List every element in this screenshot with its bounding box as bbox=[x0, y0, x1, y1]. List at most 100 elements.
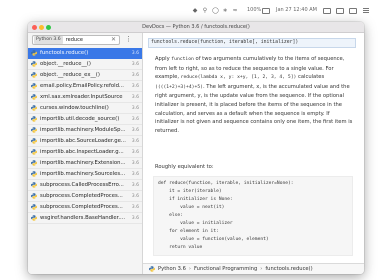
search-result-item[interactable]: importlib.machinery.ModuleSp... 3.6 bbox=[28, 125, 142, 136]
doc-content: functools.reduce(function, iterable[, in… bbox=[143, 33, 364, 263]
menu-clock[interactable]: Jan 27 12:40 AM bbox=[276, 7, 317, 13]
more-icon[interactable]: ⋮ bbox=[125, 35, 132, 44]
notification-center-icon[interactable] bbox=[363, 8, 369, 13]
result-version: 3.6 bbox=[131, 106, 139, 111]
result-version: 3.6 bbox=[131, 84, 139, 89]
code-line: else: bbox=[158, 213, 183, 218]
python-icon bbox=[31, 50, 37, 56]
search-result-item[interactable]: importlib.abc.InspectLoader.g... 3.6 bbox=[28, 147, 142, 158]
doc-scope-tag[interactable]: Python 3.6 bbox=[34, 36, 63, 44]
result-label: xml.sax.xmlreader.InputSource bbox=[40, 94, 123, 100]
devdocs-window: DevDocs — Python 3.6 / functools.reduce(… bbox=[28, 22, 364, 274]
code-line: def reduce(function, iterable, initializ… bbox=[158, 181, 294, 186]
search-result-item[interactable]: functools.reduce() 3.6 bbox=[28, 48, 142, 59]
breadcrumb-page[interactable]: functools.reduce() bbox=[265, 266, 312, 272]
battery-percent: 100% bbox=[247, 7, 262, 13]
python-icon bbox=[31, 127, 37, 133]
search-icon[interactable]: ⚲ bbox=[202, 8, 208, 14]
result-version: 3.6 bbox=[131, 194, 139, 199]
result-version: 3.6 bbox=[131, 128, 139, 133]
python-icon bbox=[31, 61, 37, 67]
search-input[interactable] bbox=[62, 36, 106, 44]
search-box[interactable]: Python 3.6 ✕ bbox=[32, 35, 120, 45]
code-line: for element in it: bbox=[158, 229, 219, 234]
code-line: return value bbox=[158, 245, 203, 250]
code-line: value = next(it) bbox=[158, 205, 225, 210]
search-results-list: functools.reduce() 3.6 object.__reduce__()… bbox=[28, 48, 142, 224]
result-version: 3.6 bbox=[131, 150, 139, 155]
result-version: 3.6 bbox=[131, 95, 139, 100]
menu-bar-status-icons: ◆ ⚲ ◯ ∗ ≈ bbox=[192, 8, 238, 14]
result-version: 3.6 bbox=[131, 172, 139, 177]
breadcrumb-docs[interactable]: Python 3.6 bbox=[158, 266, 186, 272]
window-title: DevDocs — Python 3.6 / functools.reduce(… bbox=[142, 24, 250, 30]
result-version: 3.6 bbox=[131, 205, 139, 210]
sidebar: Python 3.6 ✕ ⋮ functools.reduce()3.6obje… bbox=[28, 33, 143, 274]
search-result-item[interactable]: subprocess.CalledProcessErro... 3.6 bbox=[28, 180, 142, 191]
result-label: email.policy.EmailPolicy.refold... bbox=[40, 83, 124, 89]
result-label: subprocess.CompletedProces... bbox=[40, 193, 123, 199]
result-label: wsgiref.handlers.BaseHandler.... bbox=[40, 215, 126, 221]
search-result-item[interactable]: subprocess.CompletedProces... 3.6 bbox=[28, 191, 142, 202]
search-result-item[interactable]: importlib.abc.SourceLoader.ge... 3.6 bbox=[28, 136, 142, 147]
search-result-item[interactable]: importlib.machinery.Sourceles... 3.6 bbox=[28, 169, 142, 180]
result-label: importlib.abc.SourceLoader.ge... bbox=[40, 138, 126, 144]
display-icon[interactable] bbox=[336, 8, 344, 14]
result-version: 3.6 bbox=[131, 51, 139, 56]
search-result-item[interactable]: object.__reduce_ex__() 3.6 bbox=[28, 70, 142, 81]
breadcrumb-separator: › bbox=[260, 266, 263, 272]
dropbox-icon[interactable]: ◆ bbox=[192, 8, 198, 14]
menu-bar: ◆ ⚲ ◯ ∗ ≈ 100% Jan 27 12:40 AM bbox=[0, 0, 392, 20]
screen-icon[interactable] bbox=[323, 8, 331, 14]
search-result-item[interactable]: subprocess.CompletedProces... 3.6 bbox=[28, 202, 142, 213]
result-label: importlib.util.decode_source() bbox=[40, 116, 120, 122]
search-result-item[interactable]: email.policy.EmailPolicy.refold... 3.6 bbox=[28, 81, 142, 92]
python-icon bbox=[149, 266, 155, 272]
title-bar[interactable]: DevDocs — Python 3.6 / functools.reduce(… bbox=[28, 22, 364, 33]
description-text: Apply bbox=[155, 56, 172, 62]
python-icon bbox=[31, 138, 37, 144]
wifi-icon[interactable]: ≈ bbox=[232, 8, 238, 14]
roughly-equivalent-label: Roughly equivalent to: bbox=[155, 164, 214, 170]
result-version: 3.6 bbox=[131, 62, 139, 67]
python-icon bbox=[31, 72, 37, 78]
python-icon bbox=[31, 105, 37, 111]
result-label: importlib.abc.InspectLoader.g... bbox=[40, 149, 124, 155]
result-version: 3.6 bbox=[131, 117, 139, 122]
search-row: Python 3.6 ✕ ⋮ bbox=[32, 35, 138, 45]
result-label: curses.window.touchline() bbox=[40, 105, 109, 111]
python-icon bbox=[31, 94, 37, 100]
result-label: subprocess.CalledProcessErro... bbox=[40, 182, 124, 188]
search-result-item[interactable]: curses.window.touchline() 3.6 bbox=[28, 103, 142, 114]
python-icon bbox=[31, 83, 37, 89]
inline-code: ((((1+2)+3)+4)+5) bbox=[155, 84, 203, 90]
battery-icon[interactable] bbox=[262, 8, 270, 14]
python-icon bbox=[31, 204, 37, 210]
python-icon bbox=[31, 149, 37, 155]
window-icon[interactable] bbox=[349, 8, 357, 14]
search-result-item[interactable]: wsgiref.handlers.BaseHandler.... 3.6 bbox=[28, 213, 142, 224]
search-result-item[interactable]: object.__reduce__() 3.6 bbox=[28, 59, 142, 70]
python-icon bbox=[31, 116, 37, 122]
search-result-item[interactable]: importlib.machinery.Extension... 3.6 bbox=[28, 158, 142, 169]
headphones-icon[interactable]: ◯ bbox=[212, 8, 219, 14]
result-label: importlib.machinery.Sourceles... bbox=[40, 171, 126, 177]
doc-description: Apply function of two arguments cumulati… bbox=[155, 55, 353, 135]
search-result-item[interactable]: xml.sax.xmlreader.InputSource 3.6 bbox=[28, 92, 142, 103]
result-version: 3.6 bbox=[131, 161, 139, 166]
result-label: subprocess.CompletedProces... bbox=[40, 204, 123, 210]
result-version: 3.6 bbox=[131, 183, 139, 188]
clear-icon[interactable]: ✕ bbox=[111, 36, 116, 44]
python-icon bbox=[31, 160, 37, 166]
code-line: value = function(value, element) bbox=[158, 237, 269, 242]
breadcrumb-section[interactable]: Functional Programming bbox=[194, 266, 257, 272]
inline-code: function bbox=[171, 57, 194, 62]
python-icon bbox=[31, 171, 37, 177]
python-icon bbox=[31, 193, 37, 199]
code-line: it = iter(iterable) bbox=[158, 189, 222, 194]
result-label: functools.reduce() bbox=[40, 50, 89, 56]
bluetooth-icon[interactable]: ∗ bbox=[222, 8, 228, 14]
function-signature: functools.reduce(function, iterable[, in… bbox=[148, 38, 356, 48]
result-version: 3.6 bbox=[131, 73, 139, 78]
search-result-item[interactable]: importlib.util.decode_source() 3.6 bbox=[28, 114, 142, 125]
